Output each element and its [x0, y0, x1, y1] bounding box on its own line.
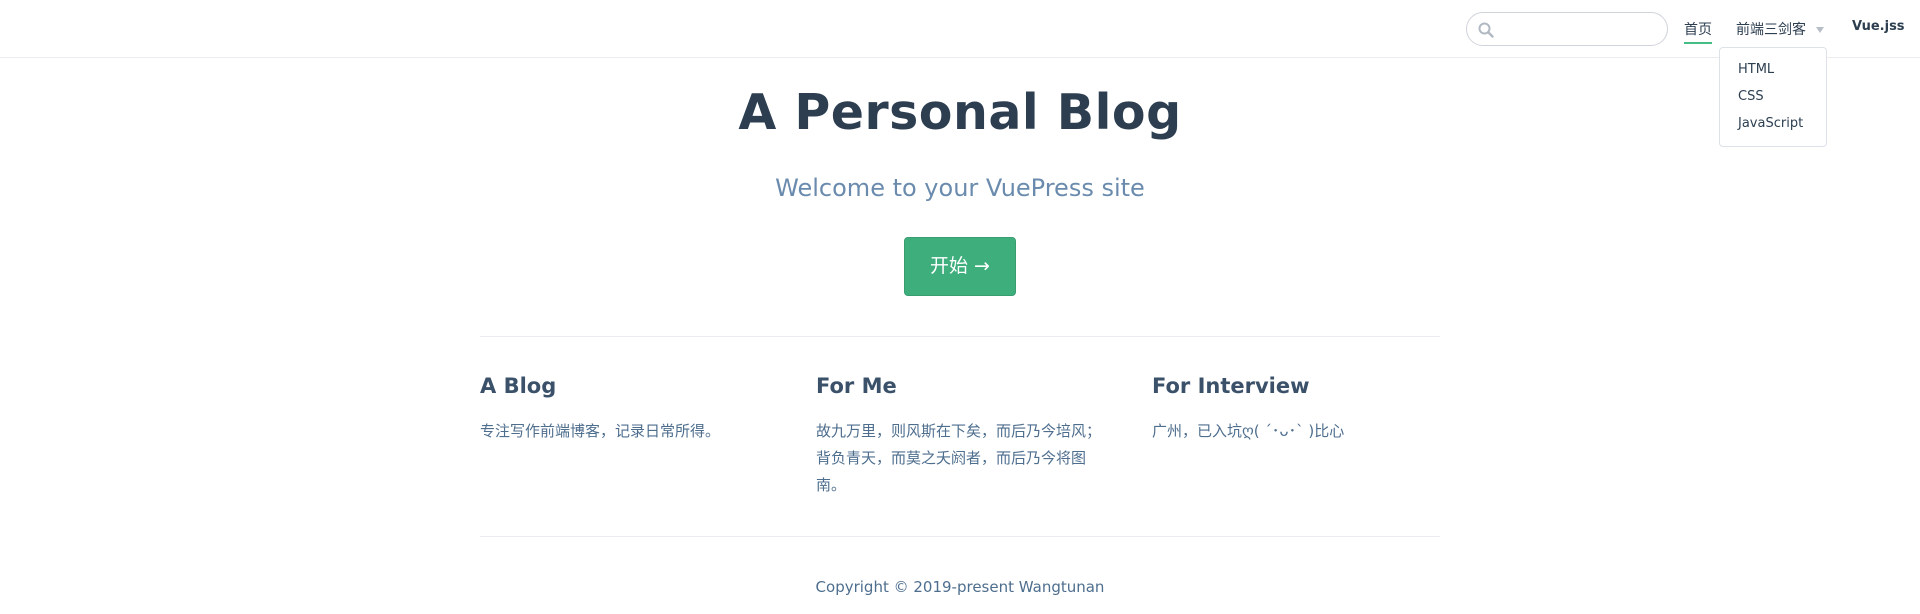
feature-details: 专注写作前端博客，记录日常所得。 — [480, 422, 721, 440]
search-input[interactable] — [1501, 17, 1661, 41]
hero-description: Welcome to your VuePress site — [775, 174, 1145, 202]
nav-link-vue[interactable]: Vue.jss — [1852, 19, 1905, 34]
feature-card: For Interview 广州，已入坑ღ( ´･ᴗ･` )比心 — [1152, 374, 1448, 445]
navbar: 首页 前端三剑客 Vue.jss — [0, 0, 1920, 58]
search-box[interactable] — [1466, 12, 1668, 46]
feature-details: 广州，已入坑ღ( ´･ᴗ･` )比心 — [1152, 422, 1345, 440]
caret-down-icon — [1816, 27, 1824, 33]
nav-dropdown-title: 前端三剑客 — [1736, 22, 1806, 38]
feature-title: A Blog — [480, 374, 557, 398]
nav-dropdown-toggle[interactable]: 前端三剑客 — [1736, 19, 1824, 39]
get-started-button[interactable]: 开始 → — [904, 237, 1016, 296]
footer-copyright: Copyright © 2019-present Wangtunan — [815, 578, 1105, 596]
nav-link-home[interactable]: 首页 — [1684, 19, 1712, 44]
feature-title: For Me — [816, 374, 897, 398]
search-icon — [1478, 22, 1494, 38]
feature-card: For Me 故九万里，则风斯在下矣，而后乃今培风；背负青天，而莫之夭阏者，而后… — [816, 374, 1112, 499]
divider — [480, 336, 1440, 337]
feature-title: For Interview — [1152, 374, 1310, 398]
feature-card: A Blog 专注写作前端博客，记录日常所得。 — [480, 374, 776, 445]
feature-details: 故九万里，则风斯在下矣，而后乃今培风；背负青天，而莫之夭阏者，而后乃今将图南。 — [816, 422, 1102, 494]
divider — [480, 536, 1440, 537]
hero-title: A Personal Blog — [738, 84, 1182, 141]
